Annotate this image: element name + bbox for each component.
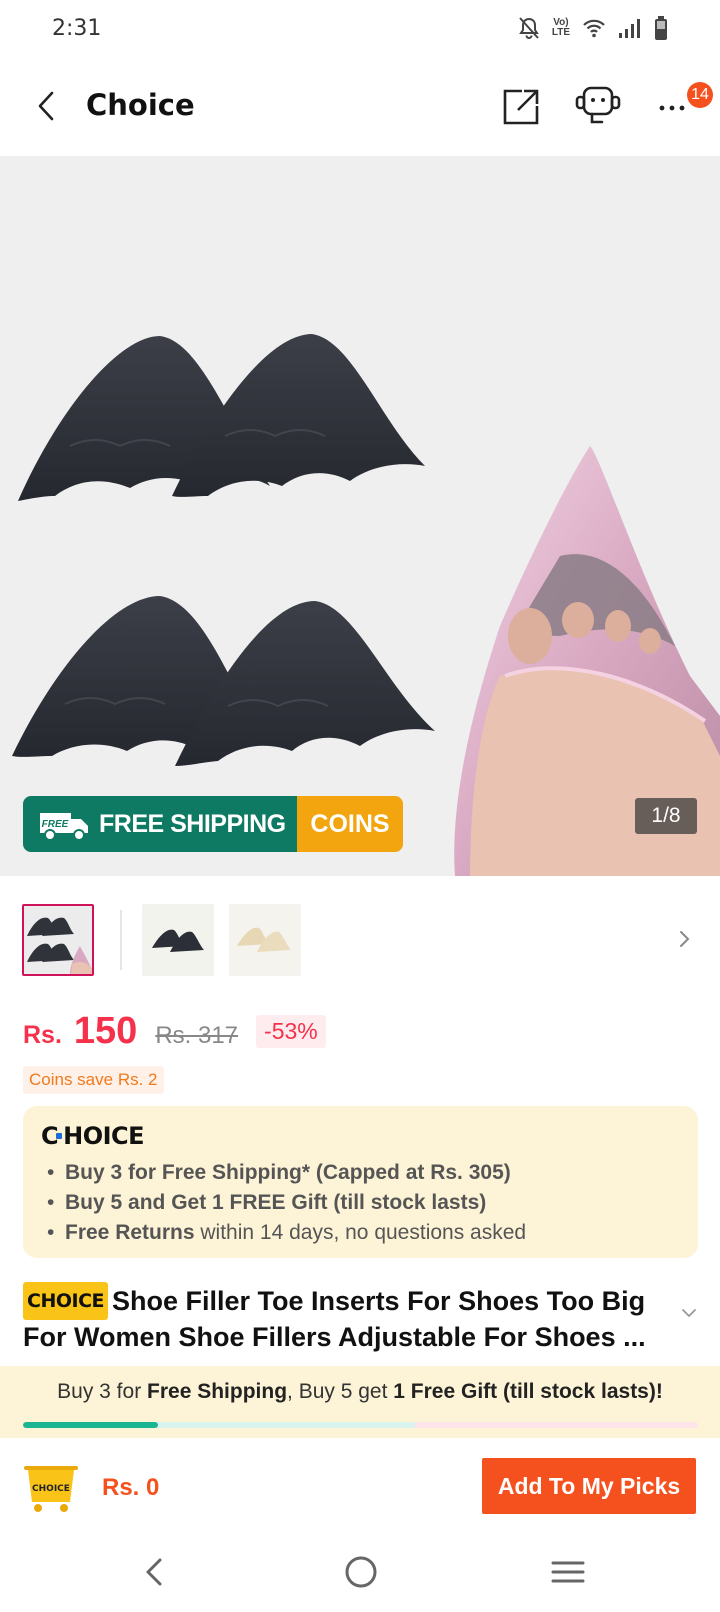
coins-text: COINS bbox=[310, 809, 390, 838]
progress-fill bbox=[23, 1422, 158, 1428]
page-title: Choice bbox=[86, 88, 195, 122]
choice-tag: CHOICE bbox=[23, 1282, 108, 1320]
back-button[interactable] bbox=[26, 84, 66, 128]
picks-total: Rs. 0 bbox=[102, 1474, 160, 1501]
thumbnail-image bbox=[142, 904, 214, 976]
add-to-my-picks-button[interactable]: Add To My Picks bbox=[482, 1458, 696, 1514]
system-navigation-bar bbox=[0, 1536, 720, 1612]
current-price: 150 bbox=[73, 1010, 138, 1052]
thumbnail-image bbox=[24, 906, 92, 974]
chevron-down-icon[interactable] bbox=[680, 1306, 698, 1320]
share-icon bbox=[503, 89, 539, 125]
thumbnail-divider bbox=[120, 910, 122, 970]
free-shipping-text: FREE SHIPPING bbox=[99, 809, 286, 838]
nav-back-icon[interactable] bbox=[140, 1554, 170, 1590]
svg-text:FREE: FREE bbox=[42, 819, 69, 830]
thumbnail-next-button[interactable] bbox=[675, 926, 695, 952]
product-title[interactable]: CHOICE Shoe Filler Toe Inserts For Shoes … bbox=[23, 1282, 673, 1354]
nav-menu-icon[interactable] bbox=[550, 1554, 586, 1590]
chevron-left-icon bbox=[38, 91, 54, 121]
original-price: Rs. 317 bbox=[155, 1022, 239, 1049]
free-truck-icon: FREE bbox=[40, 813, 88, 841]
more-options-button[interactable] bbox=[652, 90, 692, 120]
price-row: Rs. 150 Rs. 317 -53% bbox=[23, 1010, 326, 1060]
discount-badge: -53% bbox=[256, 1015, 326, 1048]
status-time: 2:31 bbox=[52, 16, 102, 41]
choice-benefits-list: Buy 3 for Free Shipping* (Capped at Rs. … bbox=[41, 1158, 680, 1248]
app-header: Choice 14 bbox=[0, 62, 720, 156]
chevron-right-icon bbox=[680, 931, 690, 947]
choice-benefits-box[interactable]: CHOICE Buy 3 for Free Shipping* (Capped … bbox=[23, 1106, 698, 1258]
free-shipping-label: FREE FREE SHIPPING bbox=[23, 796, 297, 852]
coins-save-badge: Coins save Rs. 2 bbox=[23, 1066, 164, 1094]
status-bar: 2:31 Vo) LTE bbox=[0, 0, 720, 60]
product-image-carousel[interactable]: 1/8 bbox=[0, 156, 720, 876]
shipping-progress-bar bbox=[23, 1422, 698, 1428]
thumbnail-3[interactable] bbox=[229, 904, 301, 976]
product-photo bbox=[0, 156, 720, 876]
thumbnail-image bbox=[229, 904, 301, 976]
thumbnail-1[interactable] bbox=[22, 904, 94, 976]
choice-cart-button[interactable]: CHOICE bbox=[22, 1462, 80, 1514]
thumbnail-strip bbox=[0, 876, 720, 1004]
battery-icon bbox=[655, 16, 667, 40]
svg-text:CHOICE: CHOICE bbox=[32, 1484, 70, 1494]
coins-label: COINS bbox=[297, 796, 403, 852]
customer-support-button[interactable] bbox=[572, 82, 624, 130]
choice-cart-icon: CHOICE bbox=[24, 1466, 78, 1512]
volte-icon: Vo) LTE bbox=[551, 17, 570, 38]
shipping-progress-text: Buy 3 for Free Shipping, Buy 5 get 1 Fre… bbox=[57, 1380, 663, 1403]
free-shipping-progress-strip: Buy 3 for Free Shipping, Buy 5 get 1 Fre… bbox=[0, 1366, 720, 1438]
notification-badge: 14 bbox=[687, 82, 713, 108]
bottom-action-bar: CHOICE Rs. 0 Add To My Picks bbox=[0, 1438, 720, 1536]
mute-bell-icon bbox=[518, 17, 539, 39]
free-shipping-coins-banner: FREE FREE SHIPPING COINS bbox=[23, 796, 403, 852]
price-currency: Rs. bbox=[23, 1021, 62, 1049]
wifi-icon bbox=[583, 19, 605, 38]
product-title-text: Shoe Filler Toe Inserts For Shoes Too Bi… bbox=[23, 1286, 646, 1352]
signal-icon bbox=[619, 19, 640, 38]
thumbnail-2[interactable] bbox=[142, 904, 214, 976]
benefit-item: Free Returns within 14 days, no question… bbox=[41, 1218, 680, 1248]
benefit-item: Buy 5 and Get 1 FREE Gift (till stock la… bbox=[41, 1188, 680, 1218]
support-agent-icon bbox=[575, 86, 621, 124]
choice-logo: C HOICE bbox=[41, 1122, 145, 1150]
more-dots-icon bbox=[659, 105, 685, 111]
image-counter: 1/8 bbox=[635, 798, 697, 834]
nav-home-icon[interactable] bbox=[343, 1554, 379, 1590]
status-icons: Vo) LTE bbox=[518, 16, 668, 40]
share-button[interactable] bbox=[500, 86, 542, 128]
benefit-item: Buy 3 for Free Shipping* (Capped at Rs. … bbox=[41, 1158, 680, 1188]
